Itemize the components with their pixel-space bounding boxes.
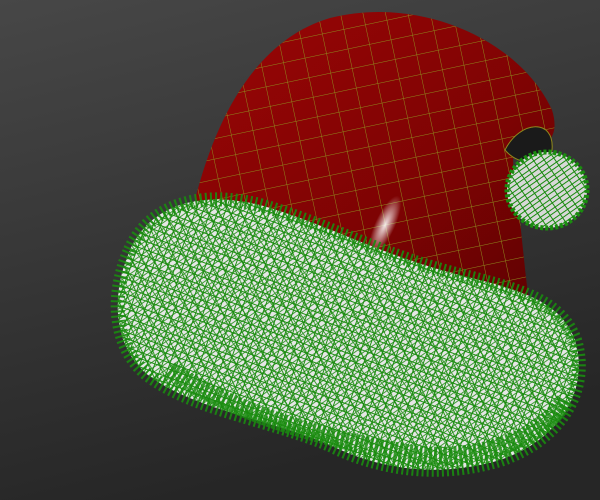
3d-viewport[interactable] (0, 0, 600, 500)
viewport-canvas[interactable] (0, 0, 600, 500)
pom-pom[interactable] (504, 149, 590, 231)
